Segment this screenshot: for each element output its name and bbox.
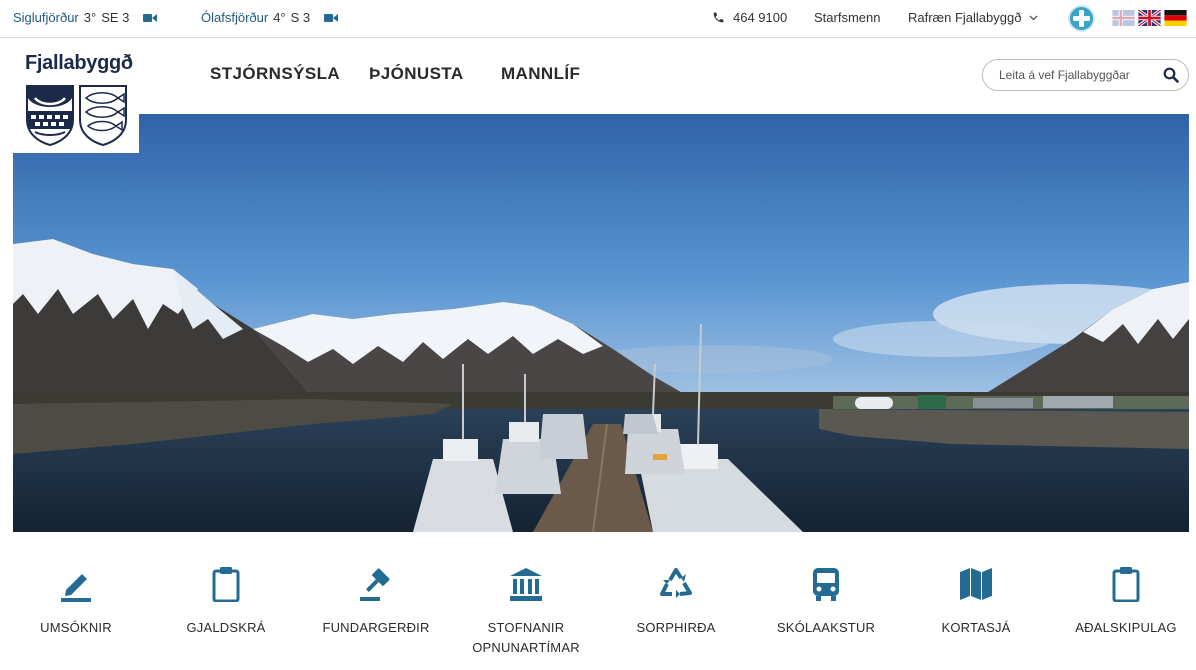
weather-wind: S 3 xyxy=(290,10,311,25)
hero-image xyxy=(13,114,1189,532)
quick-link-label: UMSÓKNIR xyxy=(40,620,112,635)
siglufjordur-crest-icon xyxy=(26,85,74,146)
quick-link-adalskipulag[interactable]: AÐALSKIPULAG xyxy=(1056,566,1196,638)
e-services-dropdown[interactable]: Rafræn Fjallabyggð xyxy=(908,10,1038,25)
uk-flag-icon[interactable] xyxy=(1138,10,1161,26)
quick-link-skolaakstur[interactable]: SKÓLAAKSTUR xyxy=(756,566,896,638)
quick-link-sorphirda[interactable]: SORPHIRÐA xyxy=(606,566,746,638)
quick-link-fundargerdir[interactable]: FUNDARGERÐIR xyxy=(306,566,446,638)
quick-link-label: GJALDSKRÁ xyxy=(186,620,266,635)
quick-link-umsoknir[interactable]: UMSÓKNIR xyxy=(6,566,146,638)
staff-link[interactable]: Starfsmenn xyxy=(814,10,880,25)
nav-mannlif[interactable]: MANNLÍF xyxy=(501,64,580,84)
weather-siglufjordur[interactable]: Siglufjörður 3° SE 3 xyxy=(13,10,158,25)
chevron-down-icon xyxy=(1029,15,1038,20)
recycle-icon xyxy=(660,568,692,598)
weather-temperature: 4° xyxy=(273,10,286,25)
clipboard-icon xyxy=(1112,567,1140,602)
top-bar: Siglufjörður 3° SE 3 Ólafsfjörður 4° S 3… xyxy=(0,0,1196,38)
phone-icon xyxy=(713,12,724,23)
site-logo[interactable]: Fjallabyggð xyxy=(13,38,139,153)
germany-flag-icon[interactable] xyxy=(1164,10,1187,26)
clipboard-icon xyxy=(212,567,240,602)
search-placeholder: Leita á vef Fjallabyggðar xyxy=(999,68,1130,82)
phone-number: 464 9100 xyxy=(733,10,788,25)
weather-place: Ólafsfjörður xyxy=(201,10,269,25)
e-services-label: Rafræn Fjallabyggð xyxy=(908,10,1022,25)
quick-link-kortasja[interactable]: KORTASJÁ xyxy=(906,566,1046,638)
search-icon[interactable] xyxy=(1163,67,1179,83)
quick-link-label: KORTASJÁ xyxy=(941,620,1011,635)
video-camera-icon[interactable] xyxy=(324,13,339,23)
quick-link-label: AÐALSKIPULAG xyxy=(1075,620,1177,635)
quick-link-gjaldskra[interactable]: GJALDSKRÁ xyxy=(156,566,296,638)
quick-link-label: STOFNANIR OPNUNARTÍMAR xyxy=(472,620,580,655)
logo-text: Fjallabyggð xyxy=(25,52,133,74)
map-icon xyxy=(960,568,992,600)
quick-link-label: SORPHIRÐA xyxy=(636,620,716,635)
institution-icon xyxy=(510,568,542,601)
video-camera-icon[interactable] xyxy=(143,13,158,23)
nav-thjonusta[interactable]: ÞJÓNUSTA xyxy=(369,64,464,84)
iceland-flag-icon[interactable] xyxy=(1112,10,1135,26)
weather-temperature: 3° xyxy=(83,10,97,25)
bus-icon xyxy=(813,568,839,601)
gavel-icon xyxy=(360,568,390,601)
quick-link-label: FUNDARGERÐIR xyxy=(322,620,430,635)
weather-olafsfjordur[interactable]: Ólafsfjörður 4° S 3 xyxy=(201,10,339,25)
nav-stjornsysla[interactable]: STJÓRNSÝSLA xyxy=(210,64,340,84)
weather-wind: SE 3 xyxy=(101,10,130,25)
weather-place: Siglufjörður xyxy=(13,10,79,25)
search-input[interactable]: Leita á vef Fjallabyggðar xyxy=(982,59,1189,91)
harbor-landscape-image xyxy=(13,114,1189,532)
olafsfjordur-crest-icon xyxy=(79,85,127,146)
accessibility-icon[interactable] xyxy=(1068,5,1095,32)
quick-link-label: SKÓLAAKSTUR xyxy=(776,620,876,635)
language-selector xyxy=(1112,10,1187,26)
quick-link-stofnanir[interactable]: STOFNANIR OPNUNARTÍMAR xyxy=(456,566,596,658)
pencil-icon xyxy=(61,574,91,602)
phone-link[interactable]: 464 9100 xyxy=(712,10,787,25)
